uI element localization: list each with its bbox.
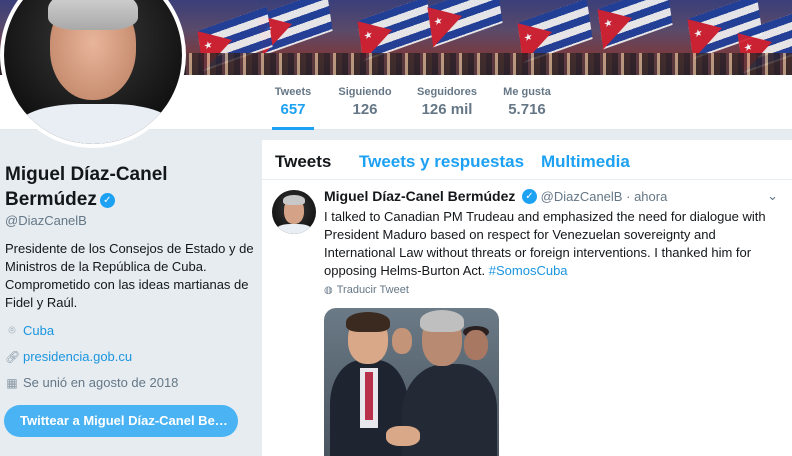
profile-joined: ▦ Se unió en agosto de 2018 [5, 375, 178, 390]
stat-likes[interactable]: Me gusta 5.716 [501, 75, 553, 130]
chevron-down-icon[interactable]: ⌄ [767, 188, 778, 204]
tweet-author-handle[interactable]: @DiazCanelB [541, 189, 623, 204]
stat-label: Seguidores [417, 86, 477, 98]
tweet-separator: · [626, 189, 631, 204]
stat-value: 126 mil [421, 101, 473, 118]
profile-bio: Presidente de los Consejos de Estado y d… [5, 241, 254, 310]
stat-followers[interactable]: Seguidores 126 mil [416, 75, 478, 130]
profile-location: ⌾ Cuba [5, 323, 54, 338]
calendar-icon: ▦ [6, 375, 18, 390]
tweet-header: Miguel Díaz-Canel Bermúdez ✓ @DiazCanelB… [324, 188, 667, 204]
tab-tweets[interactable]: Tweets [275, 152, 331, 172]
tweet-author-name[interactable]: Miguel Díaz-Canel Bermúdez [324, 188, 515, 204]
link-icon: 🔗︎ [5, 349, 21, 364]
tweet-to-button[interactable]: Twittear a Miguel Díaz-Canel Be… [4, 405, 238, 437]
hashtag-link[interactable]: #SomosCuba [489, 263, 568, 278]
location-link[interactable]: Cuba [23, 323, 54, 338]
tweet[interactable]: Miguel Díaz-Canel Bermúdez ✓ @DiazCanelB… [262, 180, 792, 456]
tweet-photo[interactable] [324, 308, 499, 456]
profile-website: 🔗︎ presidencia.gob.cu [5, 349, 132, 364]
verified-badge-icon: ✓ [522, 189, 537, 204]
joined-date: Se unió en agosto de 2018 [23, 375, 179, 390]
stat-value: 126 [352, 101, 378, 118]
profile-name: Miguel Díaz-Canel Bermúdez ✓ [5, 164, 168, 210]
stat-label: Tweets [274, 86, 312, 98]
stat-value: 657 [280, 101, 306, 118]
stat-following[interactable]: Siguiendo 126 [336, 75, 394, 130]
tweet-timestamp[interactable]: ahora [634, 189, 667, 204]
translate-label: Traducir Tweet [336, 284, 409, 296]
stat-tweets[interactable]: Tweets 657 [272, 75, 314, 130]
profile-avatar[interactable] [0, 0, 186, 148]
translate-tweet[interactable]: ◍ Traducir Tweet [324, 284, 409, 296]
profile-handle: @DiazCanelB [5, 213, 87, 228]
globe-icon: ◍ [324, 284, 333, 296]
tweet-text: I talked to Canadian PM Trudeau and emph… [324, 209, 766, 278]
website-link[interactable]: presidencia.gob.cu [23, 349, 132, 364]
tab-tweets-replies[interactable]: Tweets y respuestas [359, 152, 524, 172]
tab-media[interactable]: Multimedia [541, 152, 630, 172]
location-pin-icon: ⌾ [8, 323, 16, 337]
timeline-tabs: Tweets Tweets y respuestas Multimedia [262, 140, 792, 180]
verified-badge-icon: ✓ [99, 193, 115, 208]
stat-label: Siguiendo [338, 86, 392, 98]
tweet-avatar[interactable] [272, 190, 316, 234]
stat-value: 5.716 [508, 101, 546, 118]
timeline: Tweets Tweets y respuestas Multimedia Mi… [262, 140, 792, 456]
stat-label: Me gusta [503, 86, 551, 98]
